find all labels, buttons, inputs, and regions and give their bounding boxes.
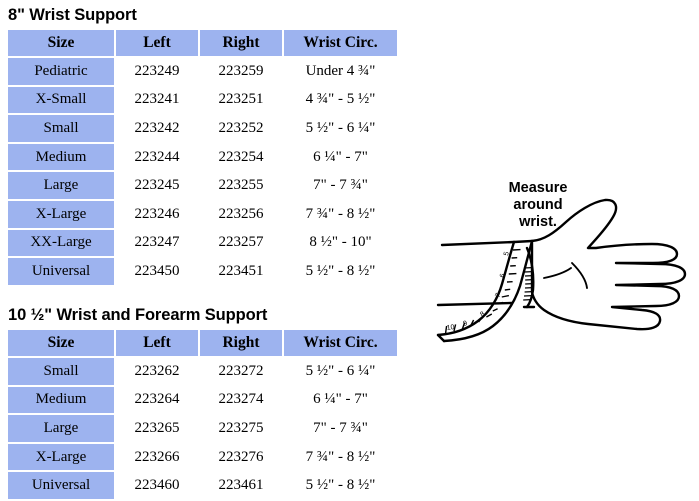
section-title-wrist-forearm-support: 10 ½" Wrist and Forearm Support bbox=[8, 306, 268, 324]
cell-left: 223450 bbox=[116, 258, 198, 285]
cell-right: 223252 bbox=[200, 115, 282, 142]
column-header-right: Right bbox=[200, 330, 282, 356]
cell-size: X-Large bbox=[8, 200, 114, 228]
cell-size: X-Large bbox=[8, 443, 114, 471]
hand-measure-diagram-svg: 5 6 7 8 9 10 bbox=[436, 198, 687, 343]
column-header-left: Left bbox=[116, 30, 198, 56]
table-row: Small 223262 223272 5 ½" - 6 ¼" bbox=[8, 358, 397, 385]
size-chart-table-wrist-support: Size Left Right Wrist Circ. Pediatric 22… bbox=[6, 28, 399, 287]
cell-right: 223275 bbox=[200, 415, 282, 442]
svg-text:10: 10 bbox=[446, 324, 455, 332]
cell-right: 223255 bbox=[200, 172, 282, 199]
cell-right: 223276 bbox=[200, 443, 282, 471]
cell-left: 223242 bbox=[116, 115, 198, 142]
cell-right: 223451 bbox=[200, 258, 282, 285]
palm-crease-upper bbox=[571, 262, 588, 289]
cell-size: X-Small bbox=[8, 86, 114, 114]
cell-size: XX-Large bbox=[8, 229, 114, 257]
cell-size: Universal bbox=[8, 472, 114, 499]
cell-size: Pediatric bbox=[8, 58, 114, 85]
cell-size: Small bbox=[8, 115, 114, 142]
cell-wrist-circ: 4 ¾" - 5 ½" bbox=[284, 86, 397, 114]
cell-left: 223247 bbox=[116, 229, 198, 257]
forearm-upper-edge bbox=[440, 240, 516, 247]
palm-crease-lower bbox=[543, 267, 572, 279]
tape-measure-inner-edge bbox=[442, 239, 534, 343]
cell-size: Small bbox=[8, 358, 114, 385]
table-row: Medium 223244 223254 6 ¼" - 7" bbox=[8, 143, 397, 171]
table-row: Medium 223264 223274 6 ¼" - 7" bbox=[8, 386, 397, 414]
table-header-row: Size Left Right Wrist Circ. bbox=[8, 330, 397, 356]
hand-with-tape-measure-illustration: 5 6 7 8 9 10 bbox=[420, 160, 699, 365]
cell-wrist-circ: 7 ¾" - 8 ½" bbox=[284, 200, 397, 228]
cell-wrist-circ: 5 ½" - 8 ½" bbox=[284, 258, 397, 285]
hand-outline bbox=[530, 198, 687, 331]
cell-size: Large bbox=[8, 415, 114, 442]
table-row: Pediatric 223249 223259 Under 4 ¾" bbox=[8, 58, 397, 85]
cell-left: 223265 bbox=[116, 415, 198, 442]
svg-text:5: 5 bbox=[503, 251, 511, 256]
column-header-wrist-circ: Wrist Circ. bbox=[284, 330, 397, 356]
table-row: Small 223242 223252 5 ½" - 6 ¼" bbox=[8, 115, 397, 142]
table-row: Universal 223460 223461 5 ½" - 8 ½" bbox=[8, 472, 397, 499]
cell-wrist-circ: 5 ½" - 6 ¼" bbox=[284, 115, 397, 142]
cell-left: 223244 bbox=[116, 143, 198, 171]
table-row: Large 223265 223275 7" - 7 ¾" bbox=[8, 415, 397, 442]
cell-right: 223254 bbox=[200, 143, 282, 171]
cell-left: 223266 bbox=[116, 443, 198, 471]
cell-size: Medium bbox=[8, 386, 114, 414]
table-row: X-Large 223266 223276 7 ¾" - 8 ½" bbox=[8, 443, 397, 471]
table-row: Universal 223450 223451 5 ½" - 8 ½" bbox=[8, 258, 397, 285]
cell-wrist-circ: 6 ¼" - 7" bbox=[284, 386, 397, 414]
cell-right: 223256 bbox=[200, 200, 282, 228]
table-row: Large 223245 223255 7" - 7 ¾" bbox=[8, 172, 397, 199]
column-header-right: Right bbox=[200, 30, 282, 56]
cell-right: 223274 bbox=[200, 386, 282, 414]
cell-wrist-circ: 8 ½" - 10" bbox=[284, 229, 397, 257]
cell-wrist-circ: Under 4 ¾" bbox=[284, 58, 397, 85]
cell-wrist-circ: 5 ½" - 6 ¼" bbox=[284, 358, 397, 385]
cell-wrist-circ: 7 ¾" - 8 ½" bbox=[284, 443, 397, 471]
section-title-wrist-support: 8" Wrist Support bbox=[8, 6, 137, 24]
column-header-wrist-circ: Wrist Circ. bbox=[284, 30, 397, 56]
cell-wrist-circ: 6 ¼" - 7" bbox=[284, 143, 397, 171]
cell-left: 223249 bbox=[116, 58, 198, 85]
table-row: X-Large 223246 223256 7 ¾" - 8 ½" bbox=[8, 200, 397, 228]
column-header-left: Left bbox=[116, 330, 198, 356]
cell-size: Large bbox=[8, 172, 114, 199]
column-header-size: Size bbox=[8, 30, 114, 56]
cell-right: 223461 bbox=[200, 472, 282, 499]
cell-size: Universal bbox=[8, 258, 114, 285]
cell-right: 223251 bbox=[200, 86, 282, 114]
cell-right: 223259 bbox=[200, 58, 282, 85]
cell-left: 223245 bbox=[116, 172, 198, 199]
table-header-row: Size Left Right Wrist Circ. bbox=[8, 30, 397, 56]
cell-left: 223241 bbox=[116, 86, 198, 114]
table-row: X-Small 223241 223251 4 ¾" - 5 ½" bbox=[8, 86, 397, 114]
svg-text:9: 9 bbox=[462, 320, 468, 328]
size-chart-table-wrist-forearm-support: Size Left Right Wrist Circ. Small 223262… bbox=[6, 328, 399, 501]
cell-left: 223246 bbox=[116, 200, 198, 228]
table-row: XX-Large 223247 223257 8 ½" - 10" bbox=[8, 229, 397, 257]
tape-measure-outer-edge bbox=[436, 240, 516, 337]
cell-right: 223257 bbox=[200, 229, 282, 257]
cell-wrist-circ: 7" - 7 ¾" bbox=[284, 415, 397, 442]
column-header-size: Size bbox=[8, 330, 114, 356]
tape-measure-top-cap bbox=[512, 239, 534, 244]
cell-wrist-circ: 7" - 7 ¾" bbox=[284, 172, 397, 199]
cell-size: Medium bbox=[8, 143, 114, 171]
cell-left: 223262 bbox=[116, 358, 198, 385]
cell-left: 223264 bbox=[116, 386, 198, 414]
cell-left: 223460 bbox=[116, 472, 198, 499]
cell-right: 223272 bbox=[200, 358, 282, 385]
cell-wrist-circ: 5 ½" - 8 ½" bbox=[284, 472, 397, 499]
